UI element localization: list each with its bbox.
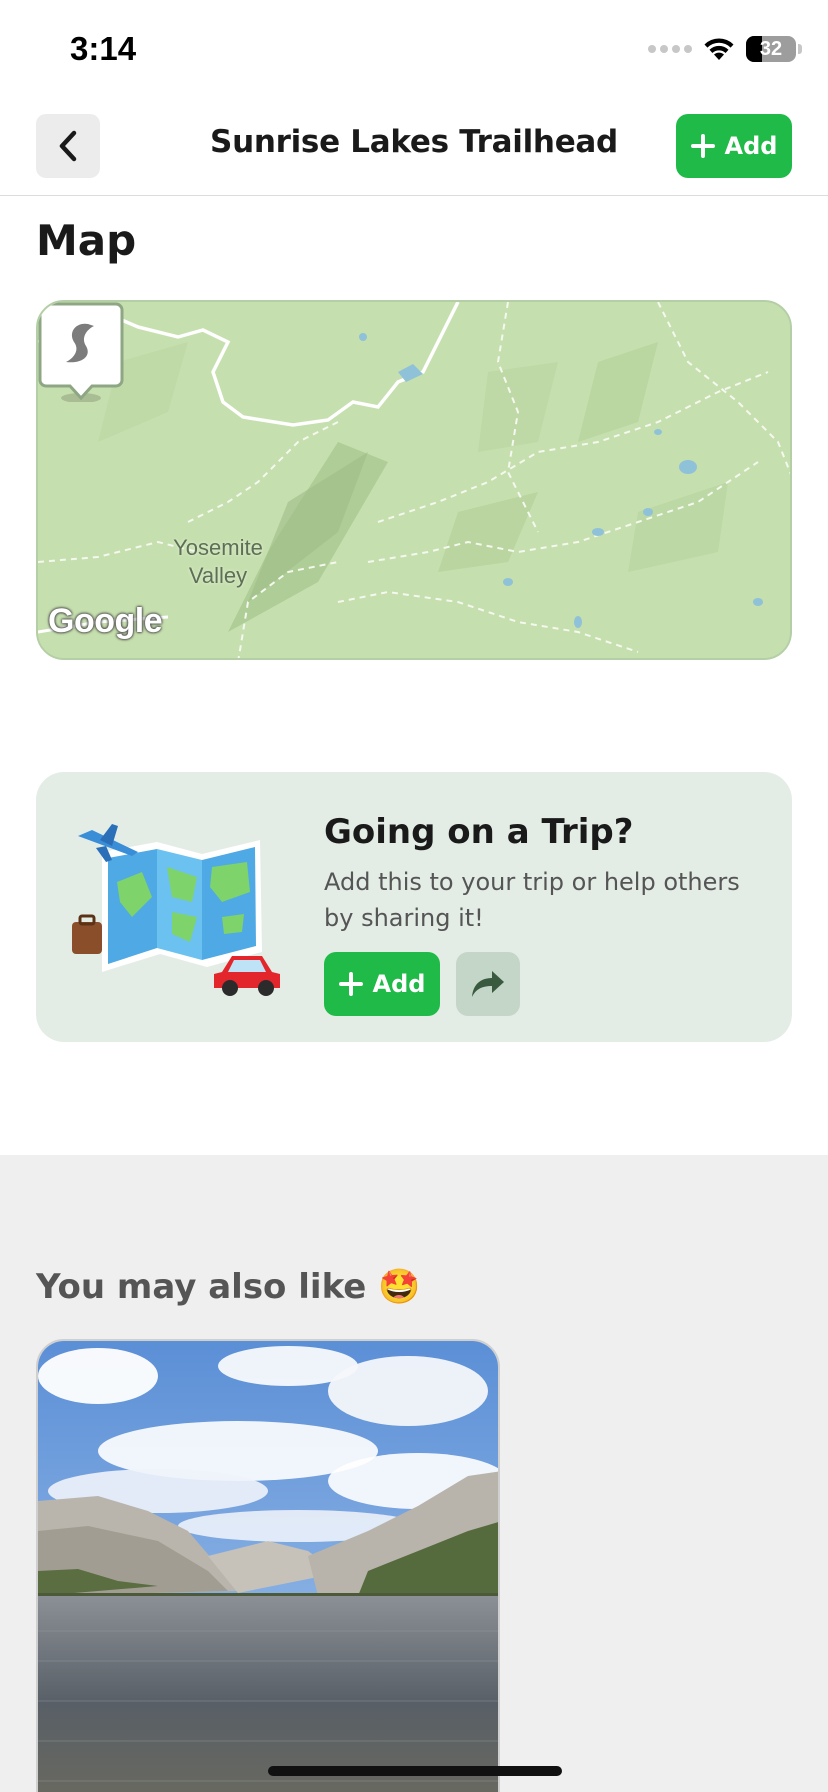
signal-dots-icon <box>648 45 692 53</box>
trip-card-title: Going on a Trip? <box>324 812 634 852</box>
status-time: 3:14 <box>70 30 137 67</box>
trip-card: Going on a Trip? Add this to your trip o… <box>36 772 792 1042</box>
header-add-label: Add <box>724 132 778 160</box>
battery-level: 32 <box>759 38 783 60</box>
share-arrow-icon <box>472 971 504 997</box>
home-indicator <box>268 1766 562 1776</box>
back-button[interactable] <box>36 114 100 178</box>
wifi-icon <box>704 38 734 60</box>
plus-icon <box>690 134 715 158</box>
nav-header: Sunrise Lakes Trailhead Add <box>0 100 828 196</box>
google-attribution: Google <box>48 602 163 640</box>
map-view[interactable]: Yosemite Valley Google <box>36 300 792 660</box>
status-bar: 3:14 32 <box>0 0 828 100</box>
trip-card-description: Add this to your trip or help others by … <box>324 868 740 932</box>
mountain-lake-photo <box>38 1341 498 1792</box>
map-pin-icon[interactable] <box>38 302 124 402</box>
battery-icon: 32 <box>746 36 802 62</box>
share-button[interactable] <box>456 952 520 1016</box>
map-place-label: Yosemite <box>173 535 263 560</box>
chevron-left-icon <box>59 130 77 162</box>
recommendation-card[interactable] <box>36 1339 500 1792</box>
travel-map-illustration <box>72 824 280 996</box>
map-place-label-2: Valley <box>188 563 248 588</box>
page-title: Sunrise Lakes Trailhead <box>210 124 618 160</box>
recommendations-title: You may also like 🤩 <box>36 1267 421 1307</box>
trip-add-button[interactable]: Add <box>324 952 440 1016</box>
trip-add-label: Add <box>372 970 426 998</box>
map-section-title: Map <box>36 216 137 265</box>
plus-icon <box>338 972 363 996</box>
recommendations-section: You may also like 🤩 <box>0 1155 828 1792</box>
status-icons: 32 <box>648 36 802 62</box>
header-add-button[interactable]: Add <box>676 114 792 178</box>
